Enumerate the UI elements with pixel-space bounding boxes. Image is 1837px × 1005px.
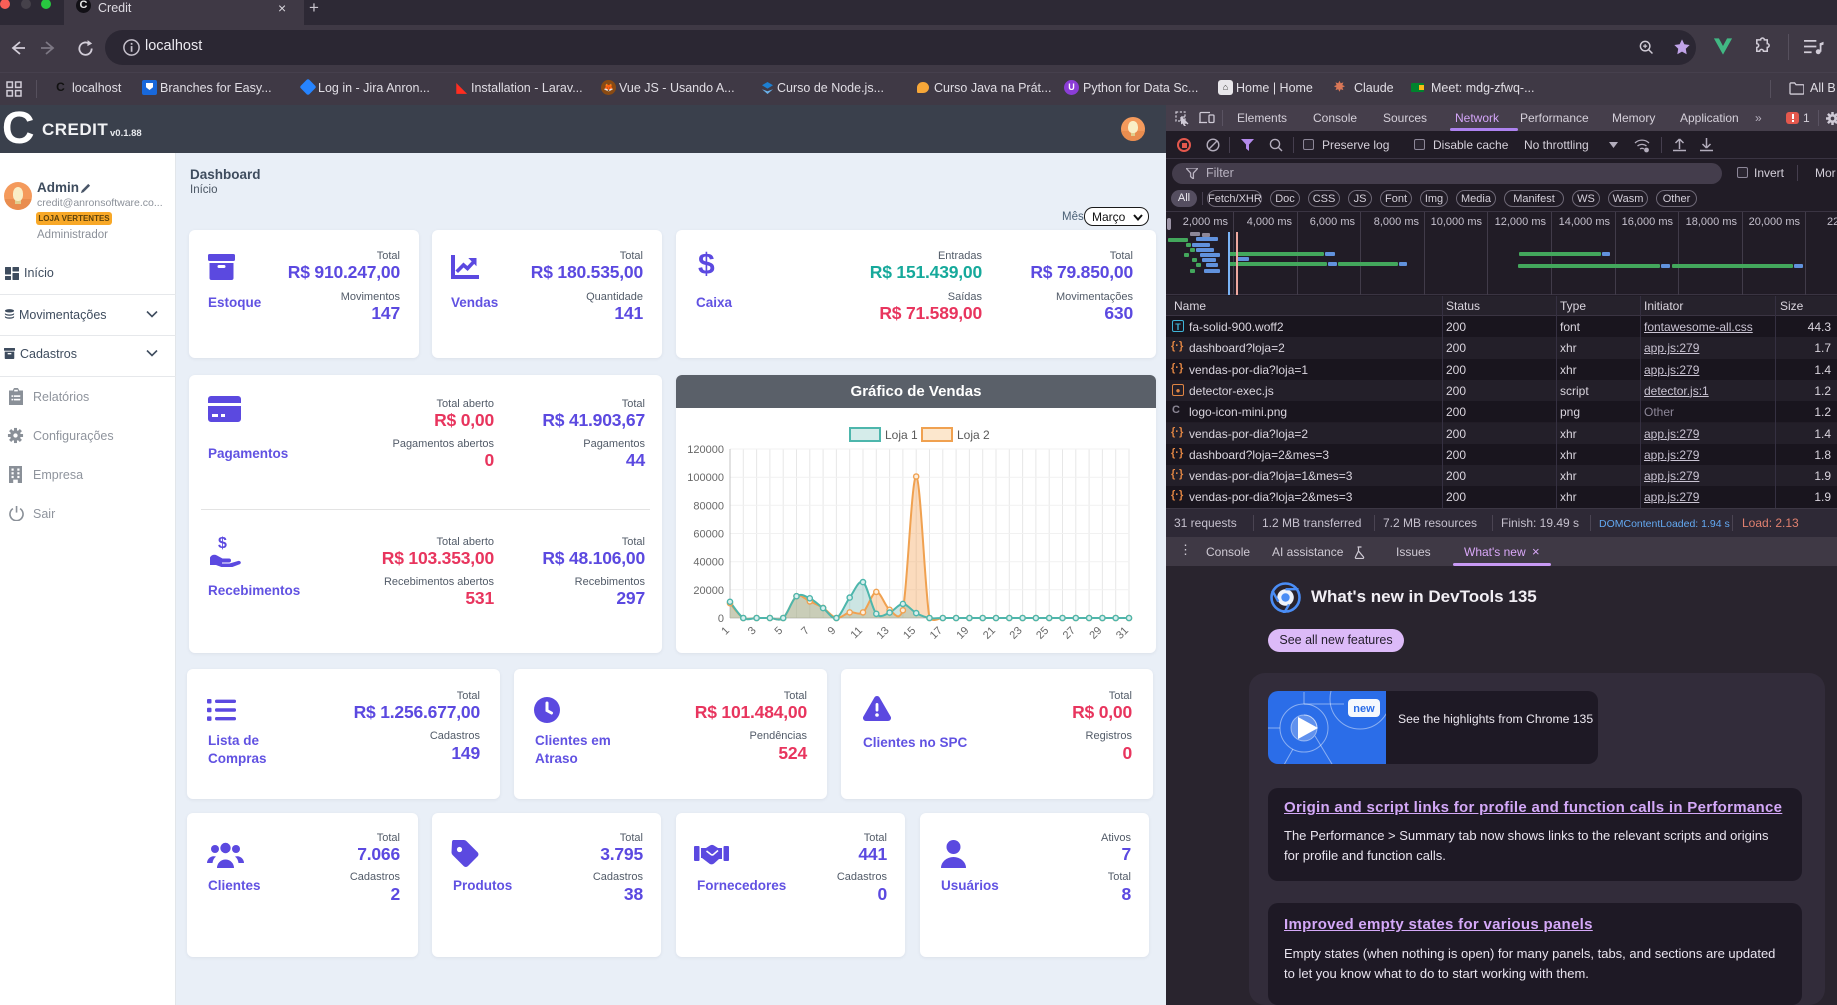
svg-text:$: $ [218,535,227,552]
svg-text:40000: 40000 [693,557,724,569]
svg-text:25: 25 [1034,625,1051,642]
svg-text:Loja 2: Loja 2 [957,428,990,442]
svg-text:20000: 20000 [693,585,724,597]
svg-text:3: 3 [746,625,759,638]
svg-text:80000: 80000 [693,500,724,512]
svg-text:9: 9 [826,625,839,638]
svg-text:19: 19 [954,625,971,642]
svg-text:5: 5 [773,625,786,638]
svg-text:new: new [1353,703,1375,715]
svg-text:7: 7 [799,625,812,638]
svg-text:23: 23 [1008,625,1025,642]
svg-text:100000: 100000 [687,472,724,484]
svg-text:11: 11 [849,625,866,642]
svg-text:1: 1 [719,625,732,638]
svg-text:29: 29 [1087,625,1104,642]
svg-text:120000: 120000 [687,444,724,456]
svg-text:17: 17 [928,625,945,642]
svg-text:0: 0 [718,613,724,625]
svg-text:60000: 60000 [693,529,724,541]
svg-text:27: 27 [1061,625,1078,642]
svg-text:21: 21 [981,625,998,642]
svg-text:13: 13 [875,625,892,642]
svg-text:Loja 1: Loja 1 [885,428,918,442]
svg-text:15: 15 [901,625,918,642]
svg-text:31: 31 [1114,625,1131,642]
